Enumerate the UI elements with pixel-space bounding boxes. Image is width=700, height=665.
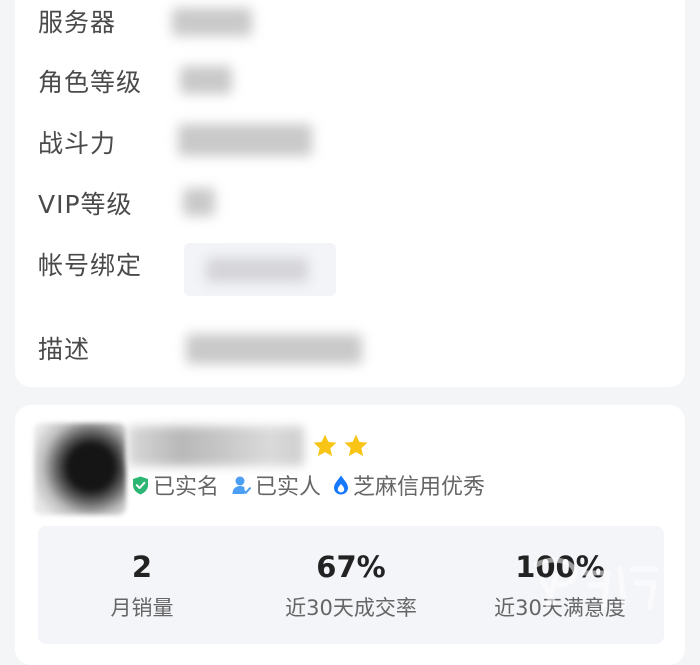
stat-monthly-sales: 2 月销量 — [38, 526, 246, 644]
badge-real-person: 已实人 — [231, 469, 321, 501]
star-icon — [313, 434, 337, 457]
description-value-redacted — [186, 334, 362, 364]
sesame-credit-icon — [334, 475, 349, 495]
role-level-value-redacted — [180, 66, 232, 94]
stat-satisfaction: 100% 近30天满意度 — [456, 526, 664, 644]
info-row-account-binding: 帐号绑定 — [38, 246, 142, 282]
stat-deal-rate: 67% 近30天成交率 — [247, 526, 455, 644]
combat-power-label: 战斗力 — [38, 129, 117, 158]
seller-avatar[interactable] — [34, 423, 126, 515]
role-level-label: 角色等级 — [38, 68, 143, 97]
badge-sesame-credit-label: 芝麻信用优秀 — [353, 475, 486, 500]
server-label: 服务器 — [38, 8, 117, 37]
verified-shield-icon — [133, 476, 148, 494]
server-value-redacted — [172, 8, 252, 36]
info-row-server: 服务器 — [38, 3, 116, 39]
seller-stats-panel: 2 月销量 67% 近30天成交率 100% 近30天满意度 — [38, 526, 664, 644]
vip-level-value-redacted — [183, 188, 215, 216]
stat-monthly-sales-label: 月销量 — [110, 596, 174, 620]
seller-name-redacted[interactable] — [128, 426, 304, 466]
badge-sesame-credit: 芝麻信用优秀 — [333, 469, 485, 501]
seller-badges: 已实名 已实人 芝麻信用优秀 — [132, 470, 497, 500]
description-label: 描述 — [38, 335, 91, 364]
badge-real-person-label: 已实人 — [255, 475, 322, 500]
stat-satisfaction-value: 100% — [515, 550, 605, 584]
vip-level-label: VIP等级 — [38, 190, 133, 219]
star-icon — [344, 434, 368, 457]
stat-deal-rate-value: 67% — [316, 550, 386, 584]
badge-real-name-label: 已实名 — [153, 475, 220, 500]
stat-satisfaction-label: 近30天满意度 — [494, 596, 626, 620]
info-row-description: 描述 — [38, 330, 90, 366]
info-row-vip-level: VIP等级 — [38, 185, 133, 221]
stat-monthly-sales-value: 2 — [131, 550, 153, 584]
person-verified-icon — [232, 476, 252, 495]
info-row-role-level: 角色等级 — [38, 63, 142, 99]
badge-real-name: 已实名 — [132, 469, 219, 501]
stat-deal-rate-label: 近30天成交率 — [285, 596, 417, 620]
info-row-combat-power: 战斗力 — [38, 124, 116, 160]
account-binding-value-redacted — [206, 258, 308, 282]
account-binding-label: 帐号绑定 — [38, 251, 143, 280]
combat-power-value-redacted — [178, 124, 312, 156]
